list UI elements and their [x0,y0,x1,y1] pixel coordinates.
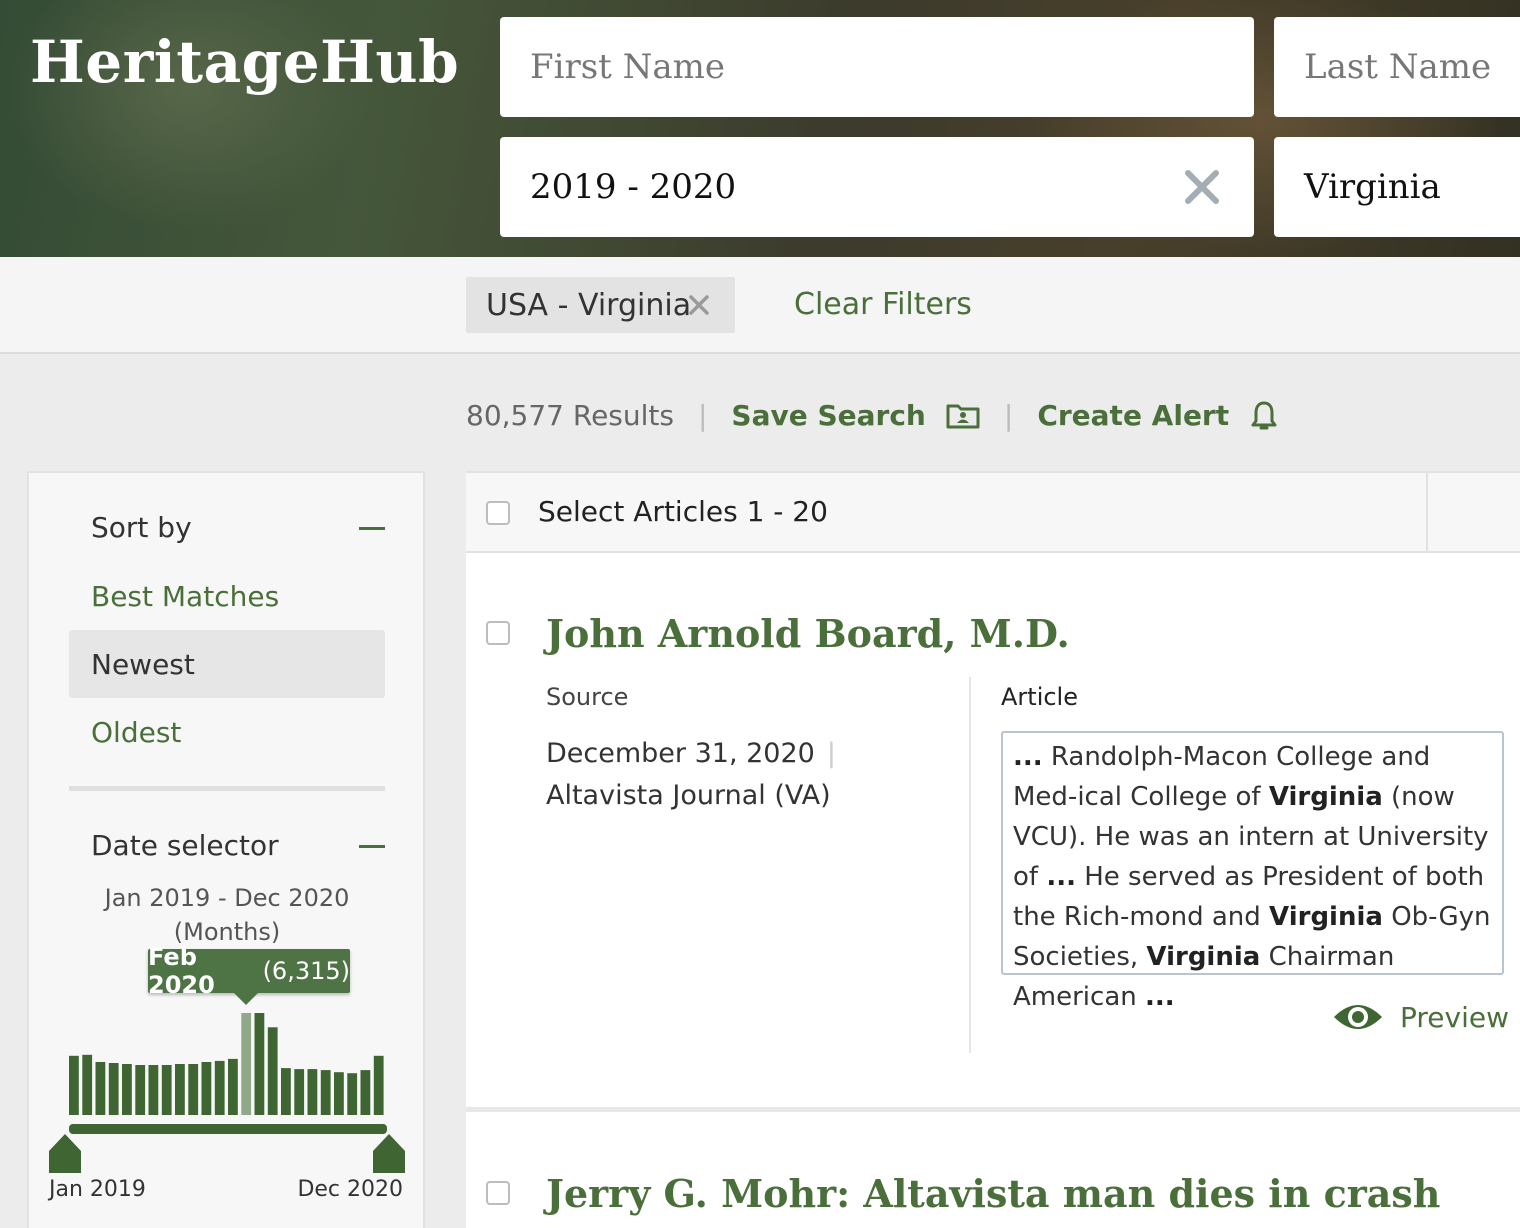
histogram-bar[interactable] [281,1068,291,1115]
histogram-bar[interactable] [294,1069,305,1115]
sort-by-title: Sort by [91,511,192,544]
tooltip-month: Feb 2020 [148,943,215,999]
meta-separator: | [1003,398,1014,432]
result-title-link[interactable]: John Arnold Board, M.D. [546,611,1070,656]
range-handle-start[interactable] [49,1134,81,1173]
select-articles-bar: Select Articles 1 - 20 [466,471,1520,553]
histogram-bar[interactable] [347,1073,358,1115]
histogram-bar[interactable] [69,1055,79,1115]
histogram-bar[interactable] [214,1060,225,1115]
date-range-input[interactable]: 2019 - 2020 [500,137,1254,237]
save-search-link[interactable]: Save Search [731,399,925,432]
histogram-bar[interactable] [95,1062,106,1115]
histogram-bar[interactable] [135,1065,146,1115]
preview-label: Preview [1400,1000,1509,1034]
result-checkbox[interactable] [486,1181,510,1205]
histogram-bar[interactable] [108,1063,119,1115]
histogram-bar[interactable] [161,1065,172,1115]
bell-icon[interactable] [1249,399,1279,431]
filter-sidebar: Sort by Best Matches Newest Oldest Date … [27,471,425,1228]
histogram-bar[interactable] [320,1070,331,1115]
search-header: HeritageHub First Name Last Name 2019 - … [0,0,1520,257]
histogram-bar[interactable] [201,1062,212,1115]
histogram-bar[interactable] [228,1058,238,1115]
results-meta: 80,577 Results | Save Search | Create Al… [466,395,1279,435]
article-label: Article [1001,683,1078,711]
result-publication[interactable]: Altavista Journal (VA) [546,775,836,817]
source-separator: | [826,738,836,769]
sort-option-oldest[interactable]: Oldest [69,698,385,766]
histogram-bar[interactable] [241,1013,252,1115]
histogram-bar[interactable] [267,1027,278,1115]
histogram-tooltip: Feb 2020 (6,315) [148,943,350,1005]
eye-icon [1334,1005,1382,1029]
date-range-caption: Jan 2019 - Dec 2020 (Months) [69,881,385,949]
source-label: Source [546,683,629,711]
results-panel: Select Articles 1 - 20 John Arnold Board… [466,471,1520,1228]
histogram-bar[interactable] [373,1055,384,1115]
results-count: 80,577 Results [466,398,674,432]
sidebar-divider [69,786,385,791]
clear-filters-link[interactable]: Clear Filters [794,287,972,322]
result-checkbox[interactable] [486,621,510,645]
clear-date-icon[interactable] [1182,167,1222,207]
last-name-placeholder: Last Name [1304,47,1492,87]
histogram-bar[interactable] [254,1013,265,1115]
select-articles-label: Select Articles 1 - 20 [538,495,828,528]
result-separator [466,1107,1520,1112]
histogram-bar[interactable] [122,1064,132,1115]
range-end-label: Dec 2020 [297,1177,403,1202]
remove-filter-icon[interactable] [687,293,711,317]
histogram-bar[interactable] [360,1070,371,1115]
date-selector-title: Date selector [91,829,279,862]
bar-divider [1426,473,1428,553]
range-handle-end[interactable] [373,1134,405,1173]
first-name-placeholder: First Name [530,47,726,87]
filter-bar: USA - Virginia Clear Filters [0,257,1520,354]
result-source: December 31, 2020 | Altavista Journal (VA… [546,733,836,817]
create-alert-link[interactable]: Create Alert [1037,399,1229,432]
date-range-value: 2019 - 2020 [530,167,737,207]
preview-button[interactable]: Preview [1332,999,1509,1035]
filter-chip-location[interactable]: USA - Virginia [466,277,735,333]
histogram-bar[interactable] [334,1072,344,1115]
histogram-bar[interactable] [188,1064,199,1115]
location-value: Virginia [1304,167,1441,207]
range-slider-track[interactable] [69,1124,387,1134]
article-snippet[interactable]: ... Randolph-Macon College and Med-ical … [1001,731,1504,1012]
histogram-bar[interactable] [307,1069,318,1115]
location-input[interactable]: Virginia [1274,137,1520,237]
date-range-text: Jan 2019 - Dec 2020 [104,884,350,912]
column-divider [969,677,971,1053]
folder-icon[interactable] [946,401,980,429]
first-name-input[interactable]: First Name [500,17,1254,117]
date-histogram[interactable] [29,1003,427,1183]
collapse-sort-icon[interactable] [359,527,385,530]
sort-option-newest[interactable]: Newest [69,630,385,698]
sort-option-best-matches[interactable]: Best Matches [69,562,385,630]
tooltip-count: (6,315) [262,957,350,985]
last-name-input[interactable]: Last Name [1274,17,1520,117]
histogram-bar[interactable] [148,1065,159,1115]
app-logo[interactable]: HeritageHub [30,28,459,96]
result-date: December 31, 2020 [546,738,815,769]
histogram-bar[interactable] [82,1054,93,1115]
filter-chip-label: USA - Virginia [486,287,692,323]
result-title-link[interactable]: Jerry G. Mohr: Altavista man dies in cra… [546,1171,1440,1216]
select-all-checkbox[interactable] [486,501,510,525]
meta-separator: | [697,398,708,432]
collapse-date-icon[interactable] [359,845,385,848]
histogram-bar[interactable] [175,1064,185,1115]
range-start-label: Jan 2019 [49,1177,146,1202]
